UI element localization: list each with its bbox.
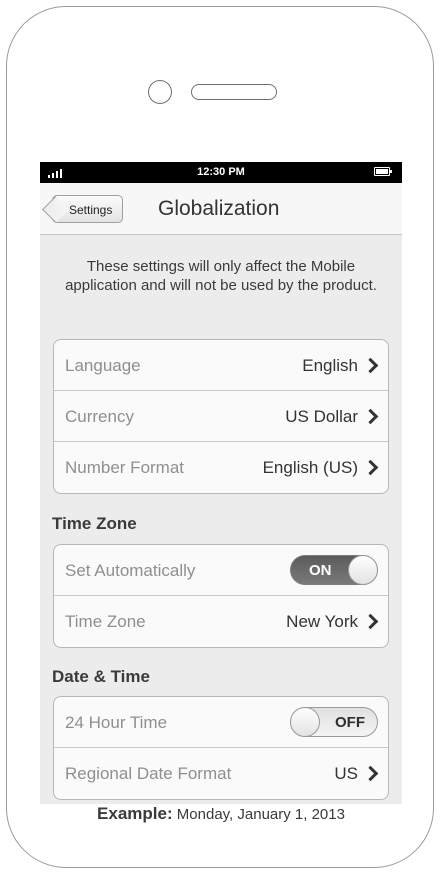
- row-label: Set Automatically: [65, 561, 196, 580]
- 24-hour-time-toggle[interactable]: OFF: [290, 707, 378, 737]
- status-bar: 12:30 PM: [40, 162, 402, 183]
- phone-screen: 12:30 PM Settings Globalization These se…: [40, 162, 402, 804]
- toggle-text: OFF: [335, 714, 365, 731]
- toggle-knob: [348, 555, 378, 585]
- navigation-bar: Settings Globalization: [40, 183, 402, 235]
- row-value: English (US): [262, 458, 358, 477]
- time-zone-row[interactable]: Time Zone New York: [54, 596, 388, 647]
- back-button[interactable]: Settings: [52, 195, 124, 223]
- intro-text: These settings will only affect the Mobi…: [65, 258, 377, 294]
- front-camera: [148, 80, 172, 104]
- example-label: Example:: [97, 804, 173, 823]
- row-label: Time Zone: [65, 612, 146, 631]
- row-label: Regional Date Format: [65, 764, 232, 783]
- 24-hour-time-row: 24 Hour Time OFF: [54, 697, 388, 748]
- row-value: New York: [286, 612, 358, 631]
- example-value: Monday, January 1, 2013: [176, 806, 345, 823]
- row-value: English: [302, 356, 358, 375]
- earpiece-speaker: [191, 84, 277, 100]
- date-time-header: Date & Time: [52, 667, 150, 686]
- number-format-row[interactable]: Number Format English (US): [54, 442, 388, 493]
- chevron-right-icon: [362, 613, 379, 630]
- toggle-text: ON: [309, 562, 332, 579]
- status-time: 12:30 PM: [197, 166, 245, 178]
- chevron-right-icon: [362, 459, 379, 476]
- regional-date-format-row[interactable]: Regional Date Format US: [54, 748, 388, 799]
- toggle-knob: [290, 707, 320, 737]
- row-label: Language: [65, 356, 141, 375]
- date-time-group: 24 Hour Time OFF Regional Date Format US: [53, 696, 389, 800]
- row-label: Currency: [65, 407, 134, 426]
- row-value: US Dollar: [285, 407, 358, 426]
- row-value: US: [334, 764, 358, 783]
- time-zone-header: Time Zone: [52, 514, 137, 533]
- battery-icon: [374, 167, 392, 176]
- chevron-right-icon: [362, 765, 379, 782]
- set-automatically-toggle[interactable]: ON: [290, 555, 378, 585]
- chevron-right-icon: [362, 408, 379, 425]
- page-title: Globalization: [158, 197, 280, 220]
- row-label: 24 Hour Time: [65, 713, 168, 732]
- row-label: Number Format: [65, 458, 185, 477]
- set-automatically-row: Set Automatically ON: [54, 545, 388, 596]
- chevron-right-icon: [362, 357, 379, 374]
- time-zone-group: Set Automatically ON Time Zone New York: [53, 544, 389, 648]
- date-example: Example: Monday, January 1, 2013: [40, 804, 402, 824]
- language-row[interactable]: Language English: [54, 340, 388, 391]
- general-settings-group: Language English Currency US Dollar Numb…: [53, 339, 389, 494]
- currency-row[interactable]: Currency US Dollar: [54, 391, 388, 442]
- back-button-label: Settings: [69, 203, 113, 217]
